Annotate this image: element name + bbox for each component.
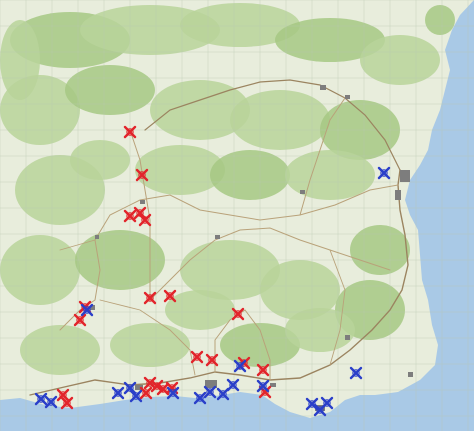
town-block	[345, 335, 350, 340]
forest-patch	[110, 323, 190, 367]
blue-x-marker[interactable]	[349, 366, 363, 380]
red-x-marker[interactable]	[205, 353, 219, 367]
forest-patch	[65, 65, 155, 115]
forest-patch	[285, 150, 375, 200]
red-x-marker[interactable]	[123, 125, 137, 139]
town-block	[215, 235, 220, 239]
red-x-marker[interactable]	[123, 209, 137, 223]
forest-patch	[210, 150, 290, 200]
town-block	[300, 190, 305, 194]
blue-x-marker[interactable]	[256, 379, 270, 393]
town-block	[395, 190, 401, 200]
blue-x-marker[interactable]	[320, 396, 334, 410]
forest-patch	[0, 20, 40, 100]
blue-x-marker[interactable]	[34, 392, 48, 406]
forest-patch	[165, 290, 235, 330]
blue-x-marker[interactable]	[203, 385, 217, 399]
map-canvas[interactable]	[0, 0, 474, 431]
red-x-marker[interactable]	[231, 307, 245, 321]
forest-patch	[350, 225, 410, 275]
red-x-marker[interactable]	[163, 289, 177, 303]
blue-x-marker[interactable]	[80, 303, 94, 317]
blue-x-marker[interactable]	[129, 389, 143, 403]
forest-patch	[285, 308, 355, 352]
red-x-marker[interactable]	[60, 396, 74, 410]
blue-x-marker[interactable]	[216, 387, 230, 401]
map-view[interactable]	[0, 0, 474, 431]
red-x-marker[interactable]	[138, 213, 152, 227]
town-block	[408, 372, 413, 377]
red-x-marker[interactable]	[256, 363, 270, 377]
blue-x-marker[interactable]	[44, 395, 58, 409]
blue-x-marker[interactable]	[233, 359, 247, 373]
blue-x-marker[interactable]	[193, 391, 207, 405]
red-x-marker[interactable]	[190, 350, 204, 364]
blue-x-marker[interactable]	[111, 386, 125, 400]
town-block	[140, 200, 145, 204]
blue-x-marker[interactable]	[226, 378, 240, 392]
forest-patch	[230, 90, 330, 150]
red-x-marker[interactable]	[73, 313, 87, 327]
blue-x-marker[interactable]	[377, 166, 391, 180]
red-x-marker[interactable]	[139, 386, 153, 400]
town-block	[345, 95, 350, 99]
forest-patch	[425, 5, 455, 35]
red-x-marker[interactable]	[135, 168, 149, 182]
forest-patch	[70, 140, 130, 180]
forest-patch	[0, 235, 80, 305]
town-block	[400, 170, 410, 182]
town-block	[95, 235, 99, 239]
forest-patch	[360, 35, 440, 85]
forest-patch	[20, 325, 100, 375]
town-block	[320, 85, 326, 90]
blue-x-marker[interactable]	[166, 386, 180, 400]
red-x-marker[interactable]	[143, 291, 157, 305]
